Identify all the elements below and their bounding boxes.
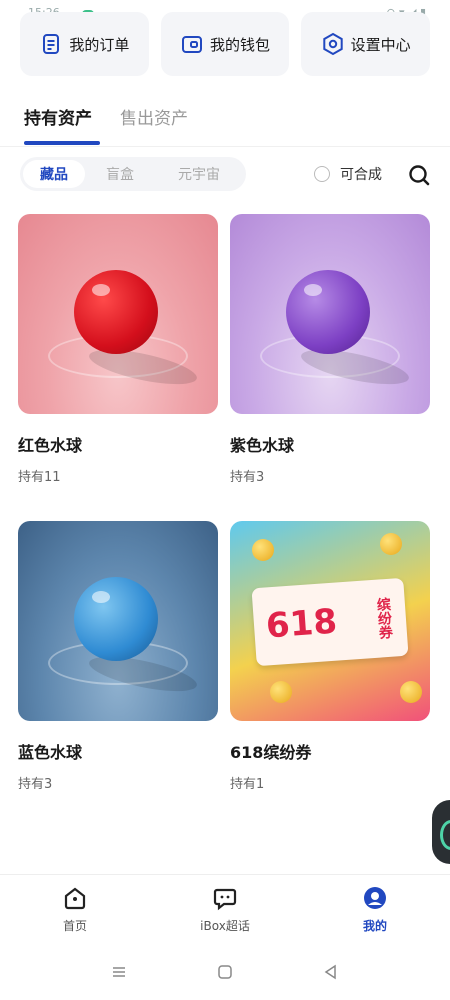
category-collectibles[interactable]: 藏品 [23,160,85,188]
coupon-number: 618 [264,601,339,647]
home-square-icon[interactable] [217,964,233,980]
category-switcher: 藏品 盲盒 元宇宙 [20,157,246,191]
my-orders-label: 我的订单 [69,35,130,54]
coin-icon [400,681,422,703]
system-navigation-bar [0,944,450,1000]
order-list-icon [39,32,63,56]
nav-ibox-label: iBox超话 [200,919,250,933]
asset-card-618-coupon[interactable]: 618 缤纷券 618缤纷券 持有1 [230,521,430,792]
quick-actions: 我的订单 我的钱包 设置中心 [20,12,431,76]
nav-home-label: 首页 [62,919,87,933]
combinable-radio[interactable] [314,166,330,182]
my-wallet-button[interactable]: 我的钱包 [160,12,290,76]
coin-icon [380,533,402,555]
asset-tabs: 持有资产 售出资产 [24,104,188,145]
tab-held-assets[interactable]: 持有资产 [24,104,100,145]
my-orders-button[interactable]: 我的订单 [20,12,149,76]
category-metaverse[interactable]: 元宇宙 [155,160,243,188]
asset-title: 蓝色水球 [18,743,83,762]
nav-home[interactable]: 首页 [0,875,150,944]
my-wallet-label: 我的钱包 [210,35,271,54]
purple-water-balloon-image [230,214,430,414]
coin-icon [252,539,274,561]
asset-card-blue-balloon[interactable]: 蓝色水球 持有3 [18,521,218,792]
category-blind-box[interactable]: 盲盒 [85,160,155,188]
chat-bubble-icon [213,888,237,911]
asset-holding: 持有1 [230,777,265,792]
search-icon [409,165,430,186]
coin-icon [270,681,292,703]
asset-card-purple-balloon[interactable]: 紫色水球 持有3 [230,214,430,485]
home-icon [64,887,86,910]
purple-balloon [286,270,370,354]
asset-holding: 持有3 [230,470,265,485]
combinable-label: 可合成 [340,167,382,183]
settings-center-label: 设置中心 [350,35,411,54]
tabs-divider [0,146,450,147]
asset-title: 618缤纷券 [230,743,312,762]
asset-holding: 持有11 [18,470,61,485]
tab-sold-assets[interactable]: 售出资产 [120,104,188,139]
menu-icon[interactable] [111,964,127,980]
wallet-icon [180,32,204,56]
search-button[interactable] [406,162,432,188]
profile-icon [364,887,386,909]
blue-balloon [74,577,158,661]
settings-center-button[interactable]: 设置中心 [301,12,431,76]
asset-holding: 持有3 [18,777,53,792]
red-water-balloon-image [18,214,218,414]
settings-icon [321,32,345,56]
nav-ibox-topics[interactable]: iBox超话 [150,875,300,944]
asset-grid: 红色水球 持有11 紫色水球 持有3 蓝色水球 持有3 618 缤纷券 618缤… [18,214,432,792]
asset-card-red-balloon[interactable]: 红色水球 持有11 [18,214,218,485]
nav-profile-label: 我的 [362,919,387,933]
coupon-ticket: 618 缤纷券 [251,577,409,667]
red-balloon [74,270,158,354]
combinable-filter[interactable]: 可合成 [314,164,382,184]
618-coupon-image: 618 缤纷券 [230,521,430,721]
floating-assistant-button[interactable] [432,800,450,864]
coupon-side-text: 缤纷券 [374,596,394,640]
asset-title: 紫色水球 [230,436,295,455]
back-icon[interactable] [323,964,339,980]
bottom-nav: 首页 iBox超话 我的 [0,874,450,944]
asset-title: 红色水球 [18,436,83,455]
blue-water-balloon-image [18,521,218,721]
nav-profile[interactable]: 我的 [300,875,450,944]
